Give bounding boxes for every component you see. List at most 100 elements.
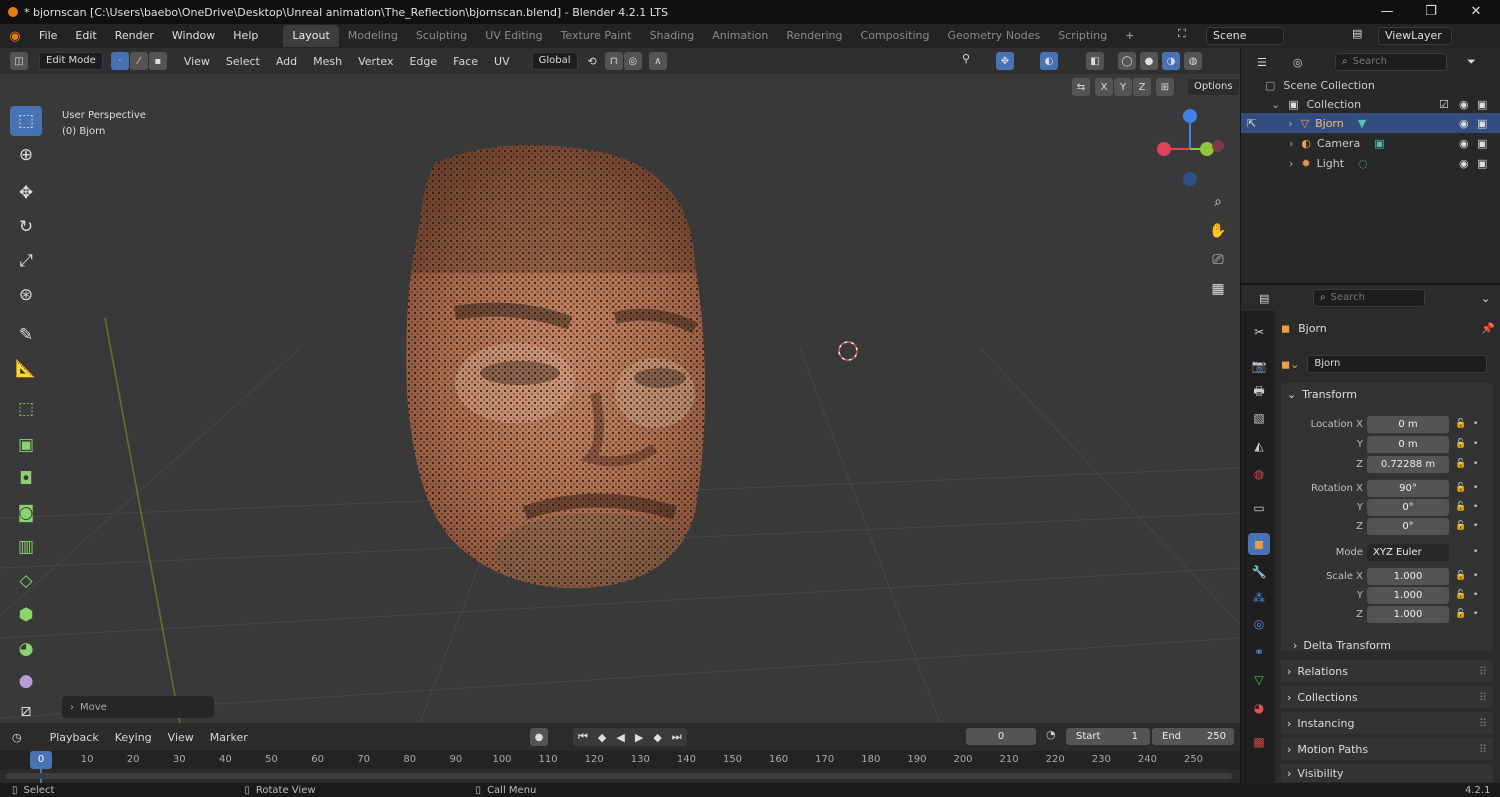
tab-modeling[interactable]: Modeling: [339, 25, 407, 47]
lock-icon[interactable]: 🔓: [1455, 521, 1467, 531]
tab-layout[interactable]: Layout: [283, 25, 339, 47]
zoom-icon[interactable]: ⌕: [1205, 189, 1231, 215]
keyframe-dot-icon[interactable]: •: [1473, 609, 1478, 619]
expand-chevron-icon[interactable]: ›: [1289, 137, 1293, 150]
output-tab-icon[interactable]: 🖶: [1248, 381, 1270, 403]
eye-icon[interactable]: ◉: [1459, 117, 1469, 130]
timeline-editor-icon[interactable]: ◷: [12, 731, 22, 744]
minimize-button[interactable]: —: [1377, 2, 1397, 22]
menu-marker[interactable]: Marker: [202, 731, 256, 744]
expand-chevron-icon[interactable]: ⌄: [1271, 98, 1280, 111]
tab-uv-editing[interactable]: UV Editing: [476, 25, 551, 47]
lock-icon[interactable]: 🔓: [1455, 419, 1467, 429]
object-name-field[interactable]: Bjorn: [1307, 355, 1488, 373]
gizmo-toggle-icon[interactable]: ✥: [996, 52, 1014, 70]
mirror-icon[interactable]: ⇆: [1072, 78, 1090, 96]
close-button[interactable]: ✕: [1466, 2, 1486, 22]
add-workspace-icon[interactable]: +: [1116, 25, 1143, 47]
camera-render-icon[interactable]: ▣: [1477, 117, 1487, 130]
scene-selector[interactable]: Scene: [1206, 27, 1284, 45]
menu-window[interactable]: Window: [163, 24, 224, 48]
next-keyframe-icon[interactable]: ◆: [648, 731, 666, 744]
rotation-z-field[interactable]: 0°: [1367, 517, 1449, 535]
camera-render-icon[interactable]: ▣: [1477, 137, 1487, 150]
start-frame-field[interactable]: Start 1: [1066, 728, 1150, 745]
scale-z-field[interactable]: 1.000: [1367, 605, 1449, 623]
auto-merge-icon[interactable]: ⊞: [1156, 78, 1174, 96]
play-reverse-icon[interactable]: ◀: [611, 731, 629, 744]
lock-icon[interactable]: 🔓: [1455, 483, 1467, 493]
outliner-search-input[interactable]: ⌕ Search: [1335, 53, 1447, 71]
frame-ruler[interactable]: 10 20 30 40 50 60 70 80 90 100 110 120 130 140 150 160 1…: [0, 751, 1240, 769]
modifier-tab-icon[interactable]: 🔧: [1248, 561, 1270, 583]
poly-build-tool-icon[interactable]: ⬢: [10, 600, 42, 630]
filter-icon[interactable]: ⏷: [1467, 55, 1476, 69]
view-layer-selector[interactable]: ViewLayer: [1378, 27, 1452, 45]
xray-icon[interactable]: ◧: [1086, 52, 1104, 70]
transform-panel-header[interactable]: ⌄ Transform: [1281, 383, 1493, 405]
outliner-item-light[interactable]: › ✹ Light ◌ ◉ ▣: [1241, 153, 1500, 173]
menu-vertex[interactable]: Vertex: [350, 55, 401, 68]
expand-chevron-icon[interactable]: ›: [1289, 157, 1293, 170]
maximize-button[interactable]: ❐: [1421, 2, 1441, 22]
keyframe-dot-icon[interactable]: •: [1473, 439, 1478, 449]
collection-row[interactable]: ⌄ ▣ Collection ☑ ◉ ▣: [1241, 94, 1500, 114]
drag-handle-icon[interactable]: ⠿: [1479, 691, 1487, 704]
object-tab-icon[interactable]: ◼: [1248, 533, 1270, 555]
location-y-field[interactable]: 0 m: [1367, 435, 1449, 453]
collection-tab-icon[interactable]: ▭: [1248, 497, 1270, 519]
view-layer-tab-icon[interactable]: ▧: [1248, 407, 1270, 429]
camera-render-icon[interactable]: ▣: [1477, 98, 1487, 111]
edge-select-icon[interactable]: ⁄: [129, 52, 148, 70]
keyframe-dot-icon[interactable]: •: [1473, 571, 1478, 581]
data-tab-icon[interactable]: ▽: [1248, 669, 1270, 691]
jump-start-icon[interactable]: ⏮: [573, 730, 593, 744]
axis-y-toggle[interactable]: Y: [1114, 78, 1132, 96]
scene-collection-row[interactable]: ▢ Scene Collection: [1241, 75, 1500, 95]
face-mesh[interactable]: [395, 143, 725, 593]
knife-tool-icon[interactable]: ◇: [10, 566, 42, 596]
properties-search-input[interactable]: ⌕ Search: [1313, 289, 1425, 307]
keyframe-dot-icon[interactable]: •: [1473, 547, 1478, 557]
keyframe-dot-icon[interactable]: •: [1473, 590, 1478, 600]
drag-handle-icon[interactable]: ⠿: [1479, 665, 1487, 678]
select-box-tool-icon[interactable]: ⬚: [10, 106, 42, 136]
navigation-gizmo[interactable]: [1150, 104, 1230, 190]
chevron-down-icon[interactable]: ⌄: [1481, 292, 1490, 305]
pivot-icon[interactable]: ⟲: [588, 55, 597, 68]
inset-tool-icon[interactable]: ◘: [10, 464, 42, 494]
lock-icon[interactable]: 🔓: [1455, 571, 1467, 581]
physics-tab-icon[interactable]: ◎: [1248, 613, 1270, 635]
eye-icon[interactable]: ◉: [1459, 98, 1469, 111]
tab-compositing[interactable]: Compositing: [852, 25, 939, 47]
edit-mode-icon[interactable]: ⇱: [1247, 117, 1256, 130]
relations-panel-header[interactable]: › Relations ⠿: [1281, 660, 1493, 682]
perspective-toggle-icon[interactable]: ▦: [1205, 276, 1231, 302]
menu-select[interactable]: Select: [218, 55, 268, 68]
jump-end-icon[interactable]: ⏭: [667, 730, 687, 744]
material-tab-icon[interactable]: ◕: [1248, 697, 1270, 719]
expand-chevron-icon[interactable]: ›: [1288, 117, 1292, 130]
end-frame-field[interactable]: End 250: [1152, 728, 1234, 745]
playhead[interactable]: 0: [30, 751, 52, 769]
texture-tab-icon[interactable]: ▩: [1248, 731, 1270, 753]
transform-orientation-dropdown[interactable]: Global: [531, 52, 578, 70]
3d-cursor-icon[interactable]: [836, 339, 860, 363]
axis-z-toggle[interactable]: Z: [1133, 78, 1151, 96]
visibility-icon[interactable]: ⚲: [962, 52, 970, 65]
instancing-panel-header[interactable]: › Instancing ⠿: [1281, 712, 1493, 734]
object-datablock-icon[interactable]: ◼⌄: [1281, 358, 1299, 371]
auto-key-icon[interactable]: ●: [530, 728, 548, 746]
drag-handle-icon[interactable]: ⠿: [1479, 743, 1487, 756]
tab-shading[interactable]: Shading: [641, 25, 704, 47]
measure-tool-icon[interactable]: 📐: [10, 354, 42, 384]
solid-shading-icon[interactable]: ●: [1140, 52, 1158, 70]
collections-panel-header[interactable]: › Collections ⠿: [1281, 686, 1493, 708]
camera-render-icon[interactable]: ▣: [1477, 157, 1487, 170]
rotation-mode-dropdown[interactable]: XYZ Euler: [1367, 543, 1449, 561]
outliner-editor-icon[interactable]: ☰: [1257, 56, 1267, 69]
world-tab-icon[interactable]: ◍: [1248, 463, 1270, 485]
menu-help[interactable]: Help: [224, 24, 267, 48]
smooth-tool-icon[interactable]: ●: [10, 666, 42, 696]
drag-handle-icon[interactable]: ⠿: [1479, 717, 1487, 730]
